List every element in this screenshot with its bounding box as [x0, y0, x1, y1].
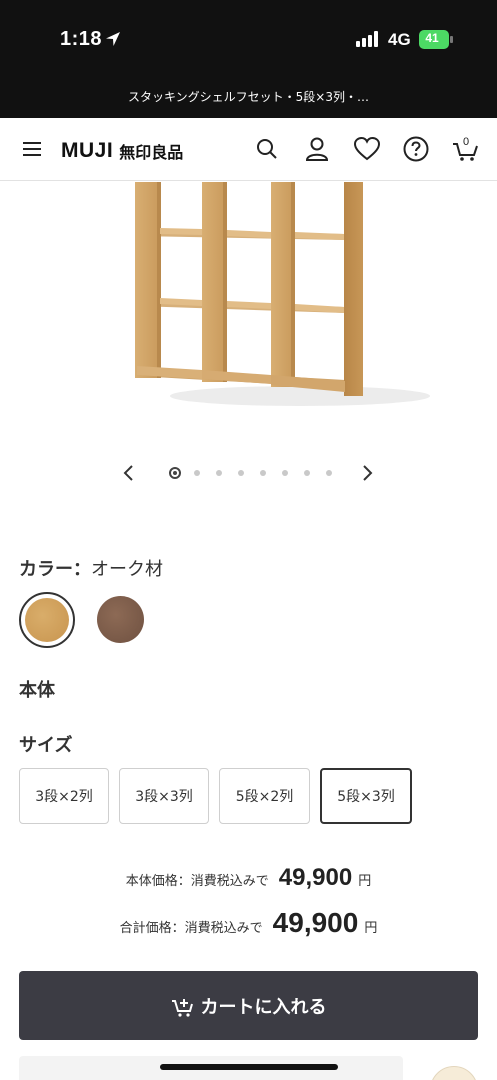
- hamburger-menu-icon[interactable]: [18, 135, 46, 163]
- help-icon[interactable]: [402, 135, 430, 163]
- size-option-3x3[interactable]: 3段×3列: [119, 768, 209, 824]
- search-icon[interactable]: [253, 135, 281, 163]
- body-price-unit: 円: [358, 874, 372, 889]
- add-to-cart-button[interactable]: カートに入れる: [19, 971, 478, 1040]
- chat-support-icon[interactable]: [430, 1066, 478, 1080]
- image-carousel: [0, 460, 497, 486]
- total-price-label: 合計価格：消費税込みで: [119, 921, 263, 936]
- body-price-value: 49,900: [278, 864, 353, 891]
- carousel-dot[interactable]: [208, 467, 230, 479]
- cellular-signal-icon: [356, 31, 378, 47]
- color-label-prefix: カラー：: [19, 559, 91, 580]
- cart-count-badge: 0: [462, 136, 470, 148]
- size-option-5x2[interactable]: 5段×2列: [219, 768, 310, 824]
- favorite-heart-icon[interactable]: [353, 135, 381, 163]
- site-header: MUJI 無印良品: [0, 118, 497, 181]
- carousel-dot[interactable]: [230, 467, 252, 479]
- status-bar: 1:18 4G 41 スタッキングシェルフセット・5段×3列・…: [0, 0, 497, 118]
- selected-color: オーク材: [91, 559, 163, 580]
- product-image[interactable]: [0, 182, 497, 442]
- carousel-next-icon[interactable]: [356, 462, 378, 484]
- size-option-5x3[interactable]: 5段×3列: [320, 768, 412, 824]
- size-section-title: サイズ: [19, 735, 73, 756]
- color-swatch-walnut[interactable]: [97, 596, 144, 643]
- carousel-dot[interactable]: [252, 467, 274, 479]
- carousel-dot[interactable]: [186, 467, 208, 479]
- carousel-dot[interactable]: [318, 467, 340, 479]
- account-icon[interactable]: [303, 135, 331, 163]
- network-type: 4G: [388, 30, 411, 49]
- browser-page-title[interactable]: スタッキングシェルフセット・5段×3列・…: [0, 88, 497, 105]
- color-swatch-oak[interactable]: [25, 598, 69, 642]
- carousel-dot[interactable]: [164, 467, 186, 479]
- carousel-dots: [164, 467, 340, 479]
- carousel-dot[interactable]: [296, 467, 318, 479]
- body-price-label: 本体価格：消費税込みで: [125, 874, 269, 889]
- muji-logo[interactable]: MUJI 無印良品: [61, 138, 183, 164]
- total-price-value: 49,900: [272, 907, 359, 938]
- logo-jp: 無印良品: [119, 143, 184, 162]
- add-to-cart-icon: [171, 998, 193, 1017]
- logo-en: MUJI: [61, 139, 114, 162]
- body-section-title: 本体: [19, 680, 55, 701]
- battery-level: 41: [425, 31, 439, 45]
- total-price-unit: 円: [364, 921, 378, 936]
- add-to-cart-label: カートに入れる: [200, 996, 327, 1018]
- total-price-row: 合計価格：消費税込みで 49,900 円: [0, 907, 497, 939]
- location-arrow-icon: [106, 32, 120, 46]
- carousel-dot[interactable]: [274, 467, 296, 479]
- size-option-3x2[interactable]: 3段×2列: [19, 768, 109, 824]
- home-indicator[interactable]: [160, 1064, 338, 1070]
- body-price-row: 本体価格：消費税込みで 49,900 円: [0, 864, 497, 892]
- color-label: カラー：オーク材: [19, 555, 163, 581]
- carousel-prev-icon[interactable]: [118, 462, 140, 484]
- status-time: 1:18: [60, 28, 103, 50]
